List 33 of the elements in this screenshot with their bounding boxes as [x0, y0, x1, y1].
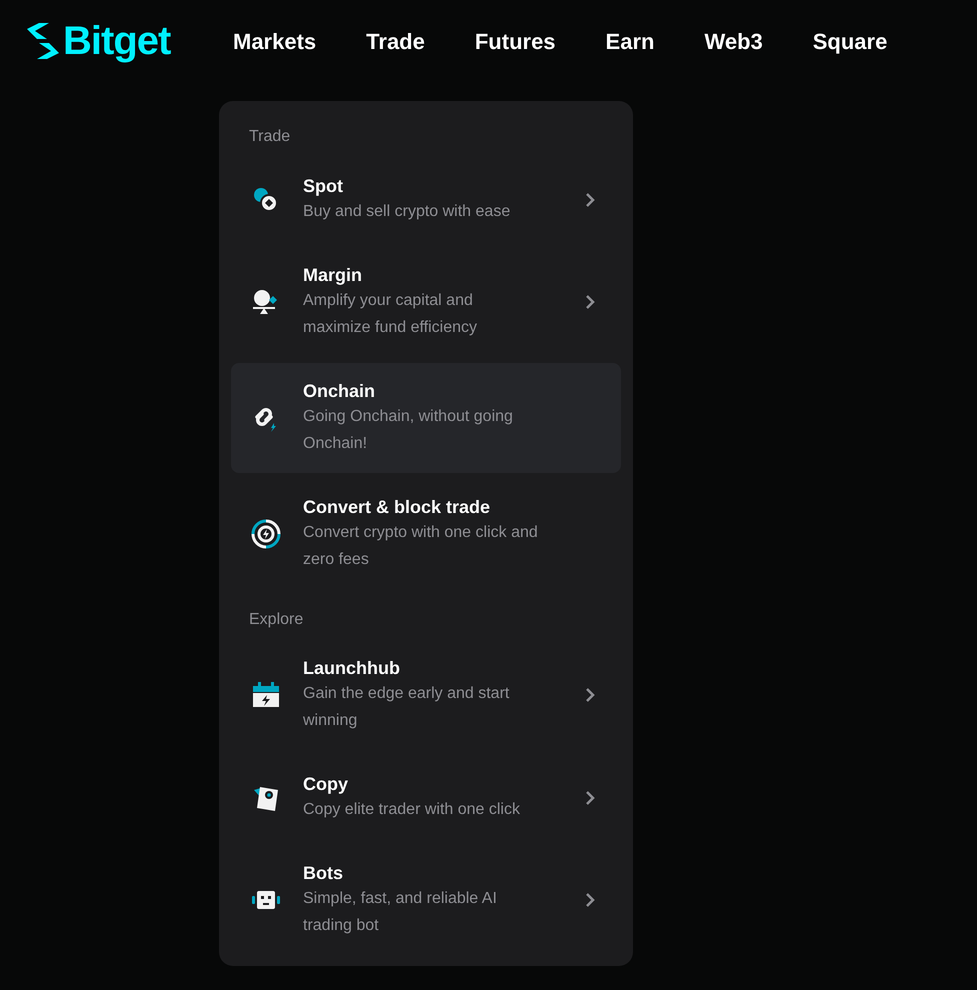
menu-item[interactable]: Launchhub Gain the edge early and start winning	[231, 640, 621, 750]
menu-item[interactable]: Spot Buy and sell crypto with ease	[231, 158, 621, 241]
nav-link[interactable]: Square	[812, 24, 888, 58]
item-description: Going Onchain, without going Onchain!	[303, 407, 514, 454]
section-heading: Explore	[248, 610, 304, 630]
item-title: Launchhub	[303, 657, 401, 680]
nav-link[interactable]: Futures	[474, 24, 556, 58]
menu-item[interactable]: Margin Amplify your capital and maximize fund efficiency	[231, 247, 621, 357]
item-description: Amplify your capital and maximize fund efficiency	[303, 291, 478, 338]
menu-item[interactable]: Copy Copy elite trader with one click	[231, 756, 621, 839]
logo-text: Bitget	[63, 21, 170, 61]
menu-item[interactable]: Convert & block trade Convert crypto with one click and zero fees	[231, 479, 621, 589]
item-title: Copy	[303, 773, 349, 796]
item-description: Simple, fast, and reliable AI trading bot	[303, 889, 498, 936]
calendar-icon	[251, 680, 281, 710]
nav-link[interactable]: Trade	[366, 24, 425, 58]
item-title: Margin	[303, 264, 364, 287]
menu-item[interactable]: Onchain Going Onchain, without going Onchain!	[231, 363, 621, 473]
item-title: Bots	[303, 862, 344, 885]
convert-icon	[251, 519, 281, 549]
item-description: Gain the edge early and start winning	[303, 684, 510, 731]
item-description: Convert crypto with one click and zero fees	[303, 523, 539, 570]
menu-item[interactable]: Bots Simple, fast, and reliable AI trading bot	[231, 845, 621, 955]
nav-link[interactable]: Earn	[606, 24, 654, 58]
item-description: Copy elite trader with one click	[303, 800, 521, 820]
nav-link[interactable]: Markets	[233, 24, 316, 58]
nav-link[interactable]: Web3	[704, 24, 763, 58]
logo-icon	[25, 21, 61, 61]
item-description: Buy and sell crypto with ease	[303, 202, 512, 222]
item-title: Convert & block trade	[303, 496, 492, 519]
section-heading: Trade	[248, 127, 292, 147]
item-title: Spot	[303, 175, 344, 198]
item-title: Onchain	[303, 380, 376, 403]
